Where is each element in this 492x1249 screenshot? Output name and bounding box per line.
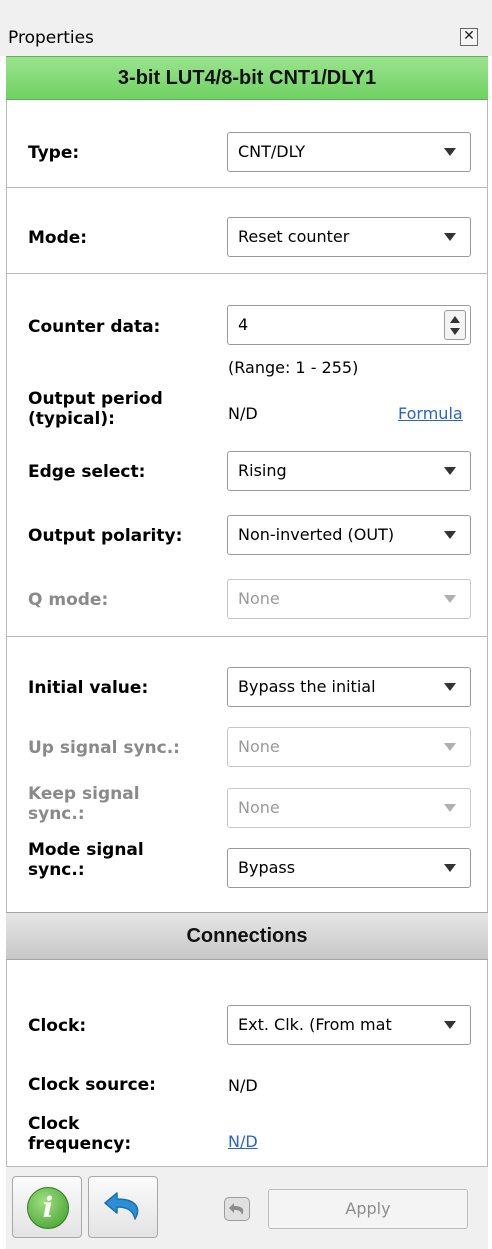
- q-mode-dropdown: None: [227, 579, 471, 619]
- chevron-down-icon: [444, 864, 456, 872]
- undo-button[interactable]: [88, 1176, 158, 1238]
- apply-button[interactable]: Apply: [268, 1189, 468, 1229]
- chevron-down-icon: [444, 743, 456, 751]
- spin-down-icon[interactable]: [450, 328, 460, 335]
- connections-header: Connections: [6, 912, 488, 960]
- mode-signal-sync-dropdown[interactable]: Bypass: [227, 848, 471, 888]
- info-icon: i: [27, 1187, 69, 1229]
- edge-select-dropdown[interactable]: Rising: [227, 451, 471, 491]
- keep-signal-sync-dropdown: None: [227, 788, 471, 828]
- mode-value: Reset counter: [238, 227, 350, 246]
- output-polarity-dropdown[interactable]: Non-inverted (OUT): [227, 515, 471, 555]
- panel-title: Properties: [8, 28, 94, 48]
- formula-link[interactable]: Formula: [398, 404, 463, 423]
- chevron-down-icon: [444, 683, 456, 691]
- up-signal-sync-label: Up signal sync.:: [28, 738, 180, 758]
- edge-select-value: Rising: [238, 461, 287, 480]
- info-button[interactable]: i: [12, 1176, 82, 1238]
- chevron-down-icon: [444, 595, 456, 603]
- keep-signal-sync-label: Keep signal sync.:: [28, 784, 140, 824]
- edge-select-label: Edge select:: [28, 462, 146, 482]
- type-label: Type:: [28, 143, 80, 163]
- type-dropdown[interactable]: CNT/DLY: [227, 132, 471, 172]
- clock-frequency-link[interactable]: N/D: [228, 1132, 258, 1151]
- chevron-down-icon: [444, 467, 456, 475]
- mode-label: Mode:: [28, 228, 88, 248]
- counter-data-label: Counter data:: [28, 317, 161, 337]
- initial-value-label: Initial value:: [28, 678, 149, 698]
- q-mode-value: None: [238, 589, 280, 608]
- mode-signal-sync-label-line2: sync.:: [28, 860, 85, 880]
- keep-signal-sync-label-line2: sync.:: [28, 804, 85, 824]
- close-icon[interactable]: ✕: [460, 28, 478, 46]
- divider: [6, 273, 488, 274]
- chevron-down-icon: [444, 148, 456, 156]
- undo-arrow-icon: [104, 1192, 139, 1220]
- keep-signal-sync-value: None: [238, 798, 280, 817]
- output-period-value: N/D: [228, 404, 258, 423]
- reset-icon[interactable]: [224, 1197, 250, 1221]
- clock-frequency-label-line1: Clock: [28, 1114, 80, 1134]
- q-mode-label: Q mode:: [28, 590, 109, 610]
- clock-frequency-label: Clock frequency:: [28, 1114, 131, 1154]
- mode-dropdown[interactable]: Reset counter: [227, 217, 471, 257]
- clock-label: Clock:: [28, 1016, 87, 1036]
- keep-signal-sync-label-line1: Keep signal: [28, 784, 140, 804]
- chevron-down-icon: [444, 804, 456, 812]
- clock-value: Ext. Clk. (From mat: [238, 1015, 392, 1034]
- counter-data-value: 4: [238, 315, 249, 334]
- mode-signal-sync-label: Mode signal sync.:: [28, 840, 144, 880]
- spin-up-icon[interactable]: [450, 316, 460, 323]
- output-period-label-line2: (typical):: [28, 409, 115, 429]
- divider: [6, 187, 488, 188]
- output-period-label: Output period (typical):: [28, 389, 163, 429]
- chevron-down-icon: [444, 233, 456, 241]
- spinner-buttons[interactable]: [444, 310, 466, 340]
- initial-value-value: Bypass the initial: [238, 677, 376, 696]
- divider: [6, 636, 488, 637]
- up-signal-sync-dropdown: None: [227, 727, 471, 767]
- clock-source-label: Clock source:: [28, 1075, 156, 1095]
- counter-data-spinbox[interactable]: 4: [227, 305, 471, 345]
- output-polarity-value: Non-inverted (OUT): [238, 525, 395, 544]
- clock-source-value: N/D: [228, 1076, 258, 1095]
- clock-dropdown[interactable]: Ext. Clk. (From mat: [227, 1005, 471, 1045]
- type-value: CNT/DLY: [238, 142, 306, 161]
- initial-value-dropdown[interactable]: Bypass the initial: [227, 667, 471, 707]
- block-title: 3-bit LUT4/8-bit CNT1/DLY1: [6, 56, 488, 100]
- output-period-label-line1: Output period: [28, 389, 163, 409]
- counter-data-range: (Range: 1 - 255): [228, 358, 359, 377]
- mode-signal-sync-value: Bypass: [238, 858, 296, 877]
- output-polarity-label: Output polarity:: [28, 526, 183, 546]
- up-signal-sync-value: None: [238, 737, 280, 756]
- clock-frequency-label-line2: frequency:: [28, 1134, 132, 1154]
- mode-signal-sync-label-line1: Mode signal: [28, 840, 144, 860]
- chevron-down-icon: [444, 1021, 456, 1029]
- chevron-down-icon: [444, 531, 456, 539]
- small-undo-arrow-icon: [229, 1203, 244, 1215]
